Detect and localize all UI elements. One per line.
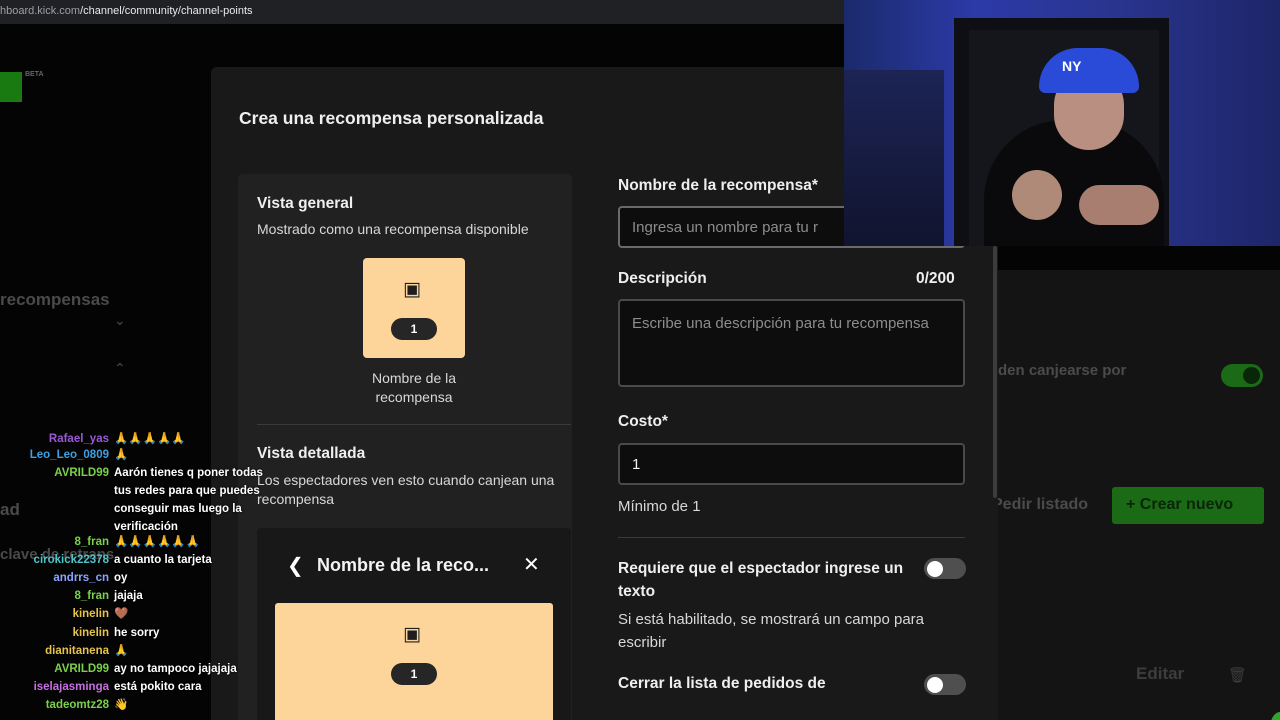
redeem-toggle[interactable] <box>1221 364 1263 387</box>
chat-text: 👋 <box>114 699 129 711</box>
chat-username: cirokick22378 <box>33 554 109 566</box>
close-queue-label: Cerrar la lista de pedidos de <box>618 675 826 692</box>
webcam-shelf <box>844 70 944 246</box>
cost-hint: Mínimo de 1 <box>618 498 701 515</box>
rewards-section-title: recompensas <box>0 290 110 309</box>
cap-logo: NY <box>1062 58 1082 74</box>
description-textarea[interactable]: Escribe una descripción para tu recompen… <box>618 299 965 387</box>
webcam-person-arm <box>1079 185 1159 225</box>
chat-username: andrrs_cn <box>53 572 109 584</box>
close-queue-toggle[interactable] <box>924 674 966 695</box>
chat-text: 🙏 <box>114 645 129 657</box>
chat-username: 8_fran <box>74 590 109 602</box>
webcam-overlay: NY <box>844 0 1280 246</box>
chat-username: AVRILD99 <box>54 663 109 675</box>
modal-scrollbar[interactable] <box>993 246 997 498</box>
reward-card-name: Nombre de la recompensa <box>371 370 457 405</box>
chat-text: he sorry <box>114 627 160 639</box>
reward-preview-panel: Vista general Mostrado como una recompen… <box>238 174 572 720</box>
chevron-down-icon[interactable]: ⌄ <box>114 312 126 329</box>
general-view-subtitle: Mostrado como una recompensa disponible <box>257 221 529 237</box>
chat-text: 🙏 <box>114 449 129 461</box>
require-text-label: Requiere que el espectador ingrese un te… <box>618 560 904 600</box>
description-label: Descripción <box>618 270 707 287</box>
sidebar-label: ad <box>0 500 20 519</box>
browser-address-bar[interactable]: hboard.kick.com/channel/community/channe… <box>0 0 844 24</box>
treasure-chest-icon: ▣ <box>403 624 421 645</box>
require-text-toggle[interactable] <box>924 558 966 579</box>
detail-view-subtitle: Los espectadores ven esto cuando canjean… <box>257 472 555 507</box>
request-list-button[interactable]: Pedir listado <box>992 496 1088 514</box>
chat-username: iselajasminga <box>33 681 109 693</box>
cost-label: Costo* <box>618 413 668 430</box>
back-chevron-icon[interactable]: ❮ <box>287 553 304 578</box>
chat-username: AVRILD99 <box>54 467 109 479</box>
chat-username: kinelin <box>72 627 109 639</box>
chat-text: ay no tampoco jajajaja <box>114 663 237 675</box>
url-domain: hboard.kick.com <box>0 5 81 17</box>
webcam-person-hand <box>1012 170 1062 220</box>
chat-text: a cuanto la tarjeta <box>114 554 212 566</box>
redeem-setting-label: den canjearse por <box>998 362 1127 379</box>
trash-icon[interactable]: 🗑 <box>1228 666 1247 684</box>
chat-username: tadeomtz28 <box>45 699 109 711</box>
cost-input[interactable]: 1 <box>618 443 965 485</box>
chat-text: está pokito cara <box>114 681 202 693</box>
chat-username: dianitanena <box>45 645 109 657</box>
close-icon[interactable]: ✕ <box>523 552 540 577</box>
detail-preview: ❮ Nombre de la reco... ✕ ▣ 1 <box>257 528 571 720</box>
require-text-hint: Si está habilitado, se mostrará un campo… <box>618 611 924 651</box>
detail-preview-title: Nombre de la reco... <box>317 555 490 575</box>
create-new-label: Crear nuevo <box>1139 496 1234 513</box>
detail-reward-card: ▣ 1 <box>275 603 553 720</box>
reward-card: ▣ 1 <box>363 258 465 358</box>
description-counter: 0/200 <box>916 270 955 287</box>
edit-button[interactable]: Editar <box>1136 664 1184 684</box>
reward-cost-pill: 1 <box>391 318 437 340</box>
url-path: /channel/community/channel-points <box>80 5 253 17</box>
modal-title: Crea una recompensa personalizada <box>239 108 544 128</box>
chat-username: Leo_Leo_0809 <box>29 449 109 461</box>
chat-text: 🙏🙏🙏🙏🙏🙏 <box>114 536 200 548</box>
form-divider <box>618 537 965 538</box>
preview-divider <box>257 424 571 425</box>
chat-username: 8_fran <box>74 536 109 548</box>
general-view-title: Vista general <box>257 195 354 212</box>
detail-cost-pill: 1 <box>391 663 437 685</box>
create-new-button[interactable]: + Crear nuevo <box>1112 487 1264 524</box>
chat-text: oy <box>114 572 128 584</box>
plus-icon: + <box>1126 496 1136 513</box>
reward-name-label: Nombre de la recompensa* <box>618 177 818 194</box>
chevron-up-icon[interactable]: ⌃ <box>114 360 126 377</box>
kick-logo[interactable] <box>0 72 22 102</box>
chat-text: 🤎 <box>114 608 129 620</box>
chat-username: kinelin <box>72 608 109 620</box>
beta-badge: BETA <box>25 71 44 78</box>
chat-text: Aarón tienes q poner todas tus redes par… <box>114 467 263 533</box>
chat-text: jajaja <box>114 590 143 602</box>
treasure-chest-icon: ▣ <box>403 279 421 300</box>
